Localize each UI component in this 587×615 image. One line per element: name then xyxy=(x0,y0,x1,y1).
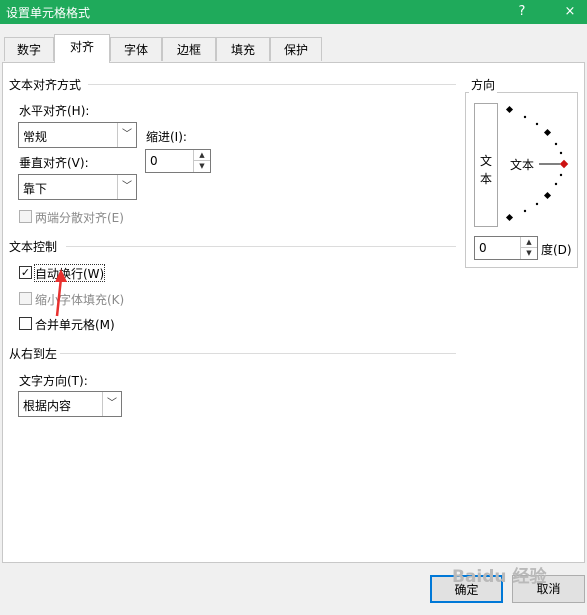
distributed-checkbox[interactable] xyxy=(19,210,32,223)
chevron-down-icon[interactable]: ﹀ xyxy=(117,123,136,147)
spin-up-icon[interactable]: ▲ xyxy=(521,237,537,248)
text-direction-select[interactable]: 根据内容 ﹀ xyxy=(18,391,122,417)
annotation-arrow-icon xyxy=(55,269,67,317)
merge-cells-label: 合并单元格(M) xyxy=(35,318,115,332)
horizontal-align-select[interactable]: 常规 ﹀ xyxy=(18,122,137,148)
alignment-group-title: 文本对齐方式 xyxy=(9,78,82,92)
degrees-label: 度(D) xyxy=(541,243,572,257)
close-button[interactable]: × xyxy=(556,0,584,24)
distributed-label: 两端分散对齐(E) xyxy=(35,211,124,225)
indent-spin-buttons: ▲ ▼ xyxy=(193,150,210,172)
chevron-down-icon[interactable]: ﹀ xyxy=(102,392,121,416)
horizontal-align-value: 常规 xyxy=(23,130,48,144)
window-title: 设置单元格格式 xyxy=(6,6,91,20)
vertical-align-select[interactable]: 靠下 ﹀ xyxy=(18,174,137,200)
vertical-text-char: 文 xyxy=(480,154,493,168)
help-button[interactable]: ? xyxy=(508,0,536,24)
merge-cells-checkbox[interactable] xyxy=(19,317,32,330)
rtl-divider xyxy=(60,353,456,354)
watermark-logo: Baidu 经验 xyxy=(452,567,547,587)
text-direction-value: 根据内容 xyxy=(23,399,72,413)
degrees-spin-buttons: ▲ ▼ xyxy=(520,237,537,259)
tab-border[interactable]: 边框 xyxy=(162,37,216,61)
vertical-text-char: 本 xyxy=(480,172,493,186)
shrink-to-fit-checkbox[interactable] xyxy=(19,292,32,305)
alignment-divider xyxy=(88,84,456,85)
chevron-down-icon[interactable]: ﹀ xyxy=(117,175,136,199)
spin-down-icon[interactable]: ▼ xyxy=(521,248,537,259)
orientation-group-title: 方向 xyxy=(469,76,498,93)
degrees-value: 0 xyxy=(479,241,487,255)
tab-protection[interactable]: 保护 xyxy=(270,37,322,61)
tab-fill[interactable]: 填充 xyxy=(216,37,270,61)
dial-text: 文本 xyxy=(510,158,535,172)
text-control-group-title: 文本控制 xyxy=(9,240,58,254)
tab-font[interactable]: 字体 xyxy=(110,37,162,61)
vertical-align-value: 靠下 xyxy=(23,182,48,196)
orientation-dial[interactable]: 文本 xyxy=(501,103,571,229)
tab-number[interactable]: 数字 xyxy=(4,37,54,61)
text-direction-label: 文字方向(T): xyxy=(19,374,88,388)
horizontal-align-label: 水平对齐(H): xyxy=(19,104,90,118)
degrees-stepper[interactable]: 0 ▲ ▼ xyxy=(474,236,538,260)
indent-stepper[interactable]: 0 ▲ ▼ xyxy=(145,149,211,173)
spin-up-icon[interactable]: ▲ xyxy=(194,150,210,161)
indent-label: 缩进(I): xyxy=(146,130,187,144)
vertical-align-label: 垂直对齐(V): xyxy=(19,156,89,170)
text-control-divider xyxy=(66,246,456,247)
indent-value: 0 xyxy=(150,154,158,168)
wrap-text-checkbox[interactable]: ✓ xyxy=(19,266,32,279)
spin-down-icon[interactable]: ▼ xyxy=(194,161,210,172)
rtl-group-title: 从右到左 xyxy=(9,347,58,361)
tab-alignment[interactable]: 对齐 xyxy=(54,34,110,63)
title-bar: 设置单元格格式 ? × xyxy=(0,0,587,24)
vertical-text-toggle[interactable]: 文 本 xyxy=(474,103,498,227)
